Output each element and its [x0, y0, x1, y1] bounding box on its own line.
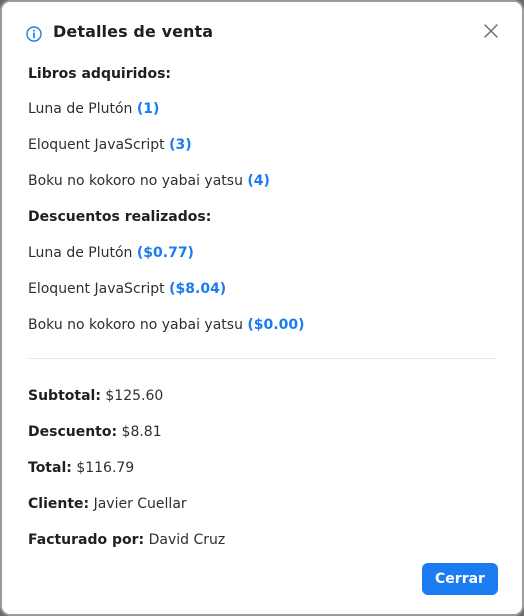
- info-icon: [26, 26, 42, 42]
- discount-item: Luna de Plutón ($0.77): [28, 243, 194, 263]
- book-name: Eloquent JavaScript: [28, 137, 165, 153]
- subtotal-value: $125.60: [105, 388, 164, 404]
- modal-title: Detalles de venta: [53, 22, 214, 41]
- discount-book-name: Boku no kokoro no yabai yatsu: [28, 317, 243, 333]
- discount-value: $8.81: [121, 424, 162, 440]
- book-quantity: (3): [169, 137, 192, 153]
- billed-by-row: Facturado por: David Cruz: [28, 530, 225, 550]
- billed-by-value: David Cruz: [148, 532, 226, 548]
- sale-details-modal: Detalles de venta Libros adquiridos: Lun…: [0, 0, 524, 616]
- book-name: Boku no kokoro no yabai yatsu: [28, 173, 243, 189]
- divider: [28, 358, 496, 359]
- discount-amount: ($0.00): [247, 317, 305, 333]
- close-icon[interactable]: [482, 22, 500, 40]
- client-value: Javier Cuellar: [93, 496, 187, 512]
- discount-amount: ($0.77): [136, 245, 194, 261]
- client-label: Cliente:: [28, 496, 90, 512]
- modal-header: Detalles de venta: [2, 2, 522, 66]
- total-label: Total:: [28, 460, 72, 476]
- discounts-heading: Descuentos realizados:: [28, 209, 212, 225]
- discount-book-name: Eloquent JavaScript: [28, 281, 165, 297]
- book-item: Luna de Plutón (1): [28, 99, 159, 119]
- book-name: Luna de Plutón: [28, 101, 133, 117]
- total-row: Total: $116.79: [28, 458, 134, 478]
- book-quantity: (4): [247, 173, 270, 189]
- client-row: Cliente: Javier Cuellar: [28, 494, 187, 514]
- subtotal-label: Subtotal:: [28, 388, 101, 404]
- total-value: $116.79: [76, 460, 135, 476]
- books-heading: Libros adquiridos:: [28, 66, 172, 82]
- close-button[interactable]: Cerrar: [422, 563, 498, 595]
- discount-label: Descuento:: [28, 424, 118, 440]
- discount-item: Eloquent JavaScript ($8.04): [28, 279, 226, 299]
- billed-by-label: Facturado por:: [28, 532, 145, 548]
- discount-row: Descuento: $8.81: [28, 422, 162, 442]
- book-item: Boku no kokoro no yabai yatsu (4): [28, 171, 270, 191]
- discount-amount: ($8.04): [169, 281, 227, 297]
- discount-item: Boku no kokoro no yabai yatsu ($0.00): [28, 315, 305, 335]
- subtotal-row: Subtotal: $125.60: [28, 386, 163, 406]
- book-item: Eloquent JavaScript (3): [28, 135, 192, 155]
- book-quantity: (1): [136, 101, 160, 117]
- discount-book-name: Luna de Plutón: [28, 245, 133, 261]
